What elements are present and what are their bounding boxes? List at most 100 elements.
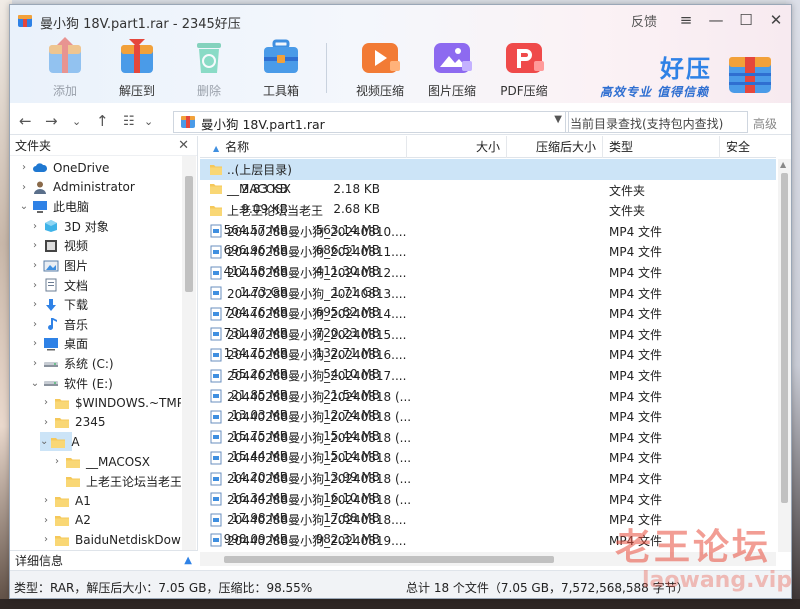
table-row[interactable]: ..(上层目录) <box>200 159 776 180</box>
title-bar[interactable]: 曼小狗 18V.part1.rar - 2345好压 反馈 ≡ — ☐ ✕ <box>10 5 791 35</box>
sidebar-item[interactable]: ⌄ 此电脑 <box>18 197 89 216</box>
sidebar-scrollbar[interactable] <box>182 156 196 550</box>
tree-expander-icon[interactable]: › <box>40 534 52 545</box>
video-file-icon <box>209 389 223 403</box>
sidebar-item[interactable]: › OneDrive <box>18 158 109 177</box>
sidebar-item[interactable]: › 系统 (C:) <box>29 354 114 373</box>
sidebar-item[interactable]: › $WINDOWS.~TMP <box>40 393 181 412</box>
tree-expander-icon[interactable]: › <box>29 319 41 330</box>
minimize-button[interactable]: — <box>701 9 731 31</box>
sidebar-close-icon[interactable]: ✕ <box>178 138 189 153</box>
list-vertical-scroll-thumb[interactable] <box>781 173 788 503</box>
video-file-icon <box>209 369 223 383</box>
table-row[interactable]: __MACOSX 2.83 KB 2.18 KB 文件夹 <box>200 180 776 201</box>
search-input[interactable]: 当前目录查找(支持包内查找) <box>565 111 748 133</box>
tree-expander-icon[interactable]: ⌄ <box>29 378 41 389</box>
pdf-compress-button[interactable]: PDF压缩 <box>489 35 559 103</box>
maximize-button[interactable]: ☐ <box>731 9 761 31</box>
table-row[interactable]: 20440288曼小狗_20240818 (... 13.03 MB 12.74 M… <box>200 406 776 427</box>
sidebar-item[interactable]: › 2345 <box>40 413 106 432</box>
column-packed-size[interactable]: 压缩后大小 <box>507 136 603 158</box>
tree-expander-icon[interactable]: › <box>29 358 41 369</box>
view-mode-icon[interactable]: ☷ <box>123 114 135 129</box>
sidebar-item[interactable]: › BaiduNetdiskDownl <box>40 530 181 549</box>
forward-arrow-icon[interactable]: → <box>45 112 58 130</box>
sidebar-item[interactable]: › 视频 <box>29 236 88 255</box>
table-row[interactable]: 20440288曼小狗_20240814.... 704.76 MB 695.82 … <box>200 303 776 324</box>
close-button[interactable]: ✕ <box>761 9 791 31</box>
tree-expander-icon[interactable]: › <box>18 162 30 173</box>
toolbox-button[interactable]: 工具箱 <box>246 35 316 103</box>
table-row[interactable]: 20440288曼小狗_20240818 (... 21.85 MB 21.54 M… <box>200 386 776 407</box>
table-row[interactable]: 20440288曼小狗_20240816.... 134.75 MB 132.71 … <box>200 344 776 365</box>
tree-expander-icon[interactable]: › <box>18 182 30 193</box>
sidebar-item[interactable]: › 图片 <box>29 256 88 275</box>
view-chevron-icon[interactable]: ⌄ <box>144 115 153 128</box>
tree-expander-icon[interactable]: › <box>51 456 63 467</box>
tree-expander-icon[interactable]: › <box>29 338 41 349</box>
delete-button[interactable]: 删除 <box>174 35 244 103</box>
tree-expander-icon[interactable]: › <box>29 221 41 232</box>
table-row[interactable]: 上老王论坛当老王 9.09 KB 2.68 KB 文件夹 <box>200 200 776 221</box>
back-arrow-icon[interactable]: ← <box>19 112 32 130</box>
column-type[interactable]: 类型 <box>603 136 720 158</box>
column-name[interactable]: ▲ 名称 <box>200 136 407 158</box>
sidebar-item[interactable]: › Administrator <box>18 178 135 197</box>
path-field[interactable]: 曼小狗 18V.part1.rar ▼ <box>173 111 569 133</box>
table-row[interactable]: 20440288曼小狗_20240818 (... 15.44 MB 15.14 M… <box>200 447 776 468</box>
tree-expander-icon[interactable]: › <box>29 260 41 271</box>
up-arrow-icon[interactable]: ↑ <box>96 112 109 130</box>
history-chevron-icon[interactable]: ⌄ <box>72 115 81 128</box>
list-header: ▲ 名称 大小 压缩后大小 类型 安全 <box>200 136 776 158</box>
extract-button[interactable]: 解压到 <box>102 35 172 103</box>
sidebar-item[interactable]: › A1 <box>40 491 91 510</box>
file-size: 55.26 MB <box>231 367 288 381</box>
sidebar-item[interactable]: ⌄ 软件 (E:) <box>29 374 113 393</box>
table-row[interactable]: 20440288曼小狗_20240811.... 696.96 MB 686.51 … <box>200 241 776 262</box>
table-row[interactable]: 20440288曼小狗_20240818 (... 16.34 MB 16.10 M… <box>200 489 776 510</box>
sidebar-item[interactable]: › 音乐 <box>29 315 88 334</box>
advanced-search-button[interactable]: 高级 <box>753 115 777 132</box>
tree-expander-icon[interactable]: ⌄ <box>18 201 30 212</box>
table-row[interactable]: 20440288曼小狗_20240817.... 55.26 MB 54.10 MB… <box>200 365 776 386</box>
video-compress-button[interactable]: 视频压缩 <box>345 35 415 103</box>
brand-box-icon <box>729 57 771 93</box>
sidebar-item[interactable]: 上老王论坛当老王 <box>51 472 181 491</box>
menu-button[interactable]: ≡ <box>671 9 701 31</box>
table-row[interactable]: 20440288曼小狗_20240812.... 417.58 MB 411.30 … <box>200 262 776 283</box>
tree-expander-icon[interactable]: › <box>29 299 41 310</box>
feedback-link[interactable]: 反馈 <box>631 11 657 30</box>
table-row[interactable]: 20440288曼小狗_20240818 (... 14.20 MB 13.99 M… <box>200 468 776 489</box>
packed-size: 54.10 MB <box>323 367 380 381</box>
column-security[interactable]: 安全 <box>720 136 776 158</box>
list-horizontal-scroll-thumb[interactable] <box>224 556 554 563</box>
image-compress-button[interactable]: 图片压缩 <box>417 35 487 103</box>
sidebar-item[interactable]: › 文档 <box>29 276 88 295</box>
table-row[interactable]: 20440288曼小狗_20240813.... 1.73 GB 1.71 GB MP… <box>200 283 776 304</box>
table-row[interactable]: 20440288曼小狗_20240810.... 564.57 MB 563.14 … <box>200 221 776 242</box>
table-row[interactable]: 20440288曼小狗_20240815.... 731.97 MB 720.23 … <box>200 324 776 345</box>
sidebar-title: 文件夹 <box>15 139 52 153</box>
sidebar-item[interactable]: › A2 <box>40 511 91 530</box>
add-button[interactable]: 添加 <box>30 35 100 103</box>
list-vertical-scrollbar[interactable]: ▲ <box>778 159 791 552</box>
sidebar-item-label: A2 <box>75 513 91 528</box>
sidebar-item[interactable]: › 下载 <box>29 295 88 314</box>
scroll-up-icon[interactable]: ▲ <box>780 160 786 169</box>
tree-expander-icon[interactable]: › <box>40 417 52 428</box>
tree-expander-icon[interactable]: › <box>40 397 52 408</box>
tree-expander-icon[interactable]: › <box>40 495 52 506</box>
path-dropdown-icon[interactable]: ▼ <box>554 114 562 125</box>
tree-expander-icon[interactable]: › <box>29 280 41 291</box>
sidebar-scroll-thumb[interactable] <box>185 176 193 292</box>
sidebar-item[interactable]: › 桌面 <box>29 334 88 353</box>
sidebar-item[interactable]: ⌄ A <box>40 432 80 452</box>
sidebar-item[interactable]: › __MACOSX <box>51 452 150 471</box>
table-row[interactable]: 20440288曼小狗_20240818 (... 15.75 MB 15.44 M… <box>200 427 776 448</box>
tree-expander-icon[interactable]: › <box>40 515 52 526</box>
details-panel-toggle[interactable]: 详细信息 ▲ <box>10 550 198 570</box>
tree-expander-icon[interactable]: › <box>29 240 41 251</box>
tree-expander-icon[interactable]: ⌄ <box>40 436 48 447</box>
sidebar-item[interactable]: › 3D 对象 <box>29 217 109 236</box>
column-size[interactable]: 大小 <box>407 136 507 158</box>
